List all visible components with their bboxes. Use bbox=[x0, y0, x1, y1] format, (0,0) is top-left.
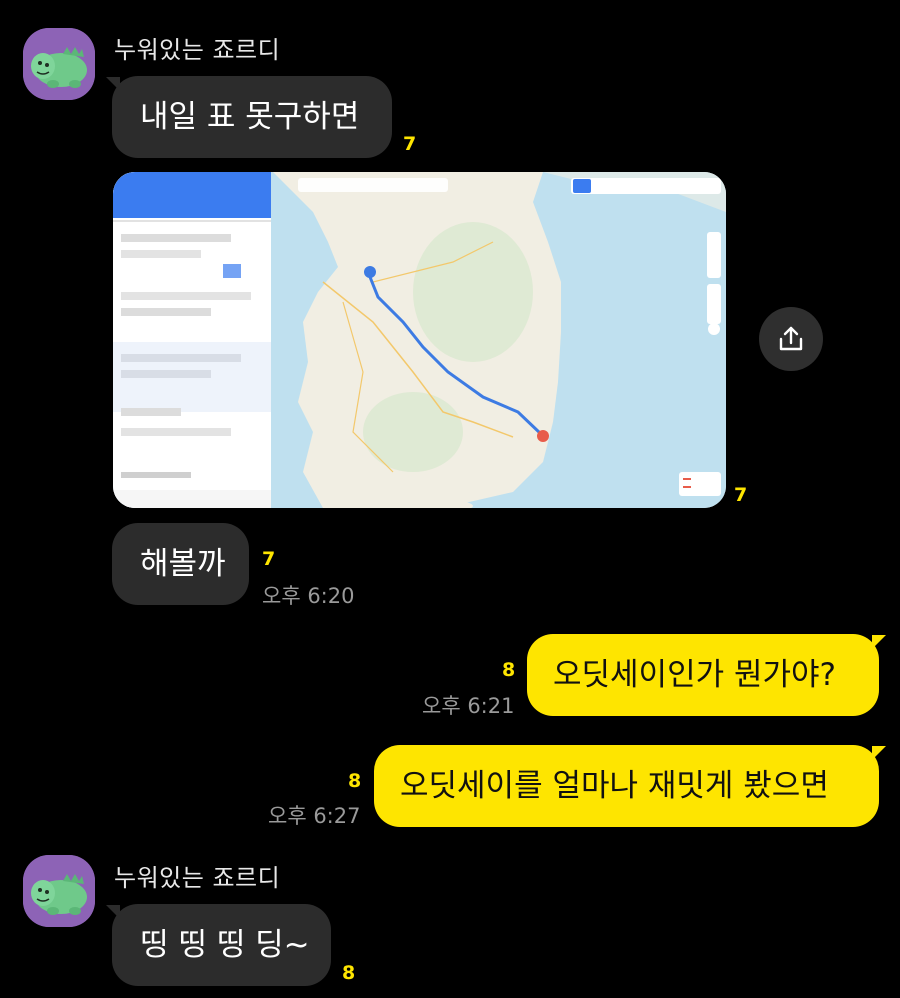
unread-count: 7 bbox=[403, 133, 417, 155]
jordy-avatar-icon bbox=[23, 28, 95, 100]
message-time: 오후 6:21 bbox=[422, 694, 515, 718]
map-image-message[interactable] bbox=[113, 172, 726, 508]
unread-count: 8 bbox=[342, 962, 356, 984]
jordy-avatar-icon bbox=[23, 855, 95, 927]
unread-count: 8 bbox=[502, 659, 516, 681]
message-text: 띵 띵 띵 딩~ bbox=[140, 926, 310, 963]
message-text: 오딧세이를 얼마나 재밋게 봤으면 bbox=[400, 767, 829, 804]
incoming-message[interactable]: 내일 표 못구하면 bbox=[112, 76, 392, 158]
unread-count: 8 bbox=[348, 770, 362, 792]
message-time: 오후 6:27 bbox=[268, 804, 361, 828]
sender-name: 누워있는 죠르디 bbox=[114, 36, 281, 64]
outgoing-message[interactable]: 오딧세이를 얼마나 재밋게 봤으면 bbox=[374, 745, 879, 827]
map-screenshot bbox=[113, 172, 726, 508]
sender-name: 누워있는 죠르디 bbox=[114, 864, 281, 892]
incoming-message[interactable]: 띵 띵 띵 딩~ bbox=[112, 904, 331, 986]
sender-avatar[interactable] bbox=[23, 855, 95, 927]
outgoing-message[interactable]: 오딧세이인가 뭔가야? bbox=[527, 634, 879, 716]
sender-avatar[interactable] bbox=[23, 28, 95, 100]
bubble-tail bbox=[872, 746, 886, 760]
message-text: 오딧세이인가 뭔가야? bbox=[553, 656, 836, 693]
message-text: 내일 표 못구하면 bbox=[140, 98, 360, 135]
unread-count: 7 bbox=[262, 548, 276, 570]
message-time: 오후 6:20 bbox=[262, 584, 355, 608]
incoming-message[interactable]: 해볼까 bbox=[112, 523, 249, 605]
bubble-tail bbox=[872, 635, 886, 649]
share-icon bbox=[779, 326, 803, 351]
share-button[interactable] bbox=[759, 307, 823, 371]
message-text: 해볼까 bbox=[140, 545, 226, 582]
unread-count: 7 bbox=[734, 484, 748, 506]
